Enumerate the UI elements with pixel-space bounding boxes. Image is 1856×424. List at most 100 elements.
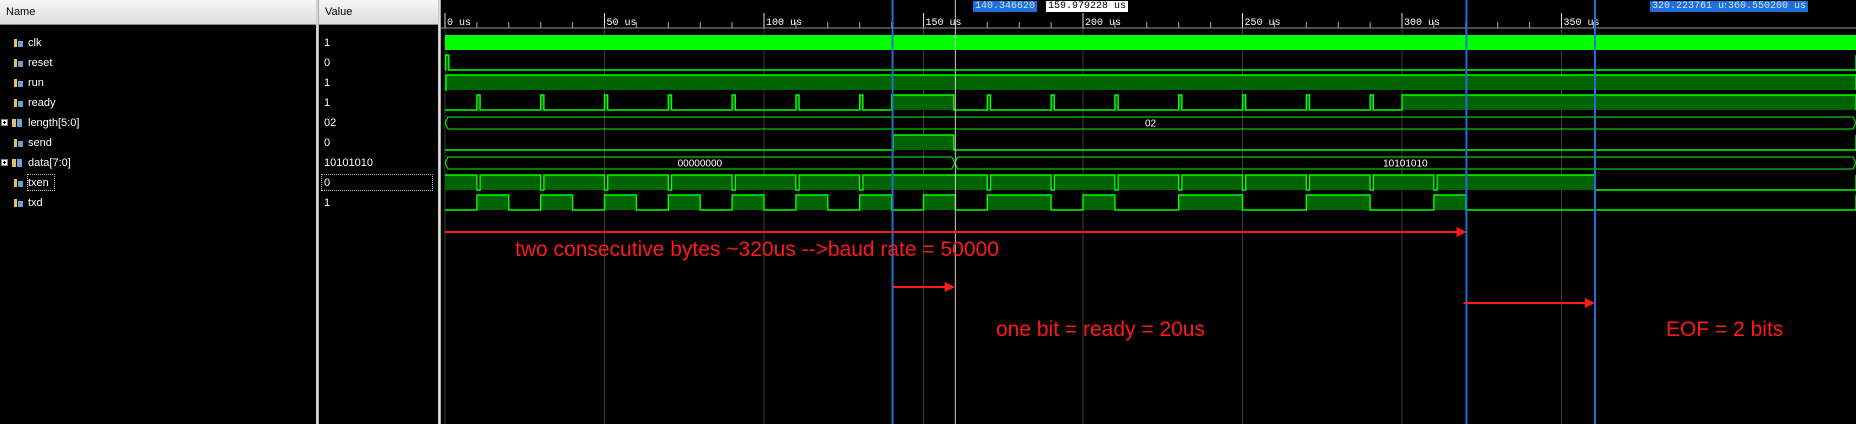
expand-icon[interactable] (1, 119, 8, 126)
signal-name: send (28, 137, 52, 149)
txd-high (859, 195, 892, 210)
signal-name: data[7:0] (28, 157, 71, 169)
signal-icon (14, 39, 23, 47)
run-high (445, 75, 1856, 90)
txen-high (1309, 175, 1371, 190)
signal-row-reset[interactable]: reset (0, 53, 316, 73)
signal-value: 1 (324, 197, 331, 209)
txd-high (1306, 195, 1371, 210)
txen-high (862, 175, 988, 190)
value-row-txen: 0 (319, 173, 438, 193)
expand-icon[interactable] (1, 159, 8, 166)
txen-high (1373, 175, 1434, 190)
tick-label: 150 us (926, 18, 962, 29)
txd-high (1433, 195, 1466, 210)
txd-high (476, 195, 509, 210)
ready-high (891, 95, 954, 110)
txen-high (735, 175, 796, 190)
value-column-header[interactable]: Value (319, 0, 438, 25)
txen-high (799, 175, 860, 190)
length-bus-label: 02 (1145, 119, 1157, 130)
data-bus-label: 10101010 (1383, 159, 1428, 170)
value-selection-box[interactable] (321, 174, 433, 191)
cursor-2-time[interactable]: 320.223761 us (1650, 1, 1733, 12)
signal-value-panel: Value 1 0 1 1 02 0 10101010 0 1 (319, 0, 438, 424)
txen-high (1054, 175, 1115, 190)
send-high (893, 135, 954, 150)
value-row-ready: 1 (319, 93, 438, 113)
signal-row-ready[interactable]: ready (0, 93, 316, 113)
waveform-pane[interactable]: 0 us 50 us 100 us 150 us 200 us 250 us 300 us 3… (441, 0, 1856, 424)
signal-value: 1 (324, 97, 331, 109)
txen-high (607, 175, 669, 190)
signal-icon (14, 179, 23, 187)
signal-value: 0 (324, 57, 331, 69)
bus-signal-icon (12, 159, 22, 167)
arrow-one-bit-head (944, 282, 955, 292)
name-selection-box (27, 174, 55, 191)
signal-row-clk[interactable]: clk (0, 33, 316, 53)
ready-high (1402, 95, 1856, 110)
signal-icon (14, 59, 23, 67)
bus-signal-icon (12, 119, 22, 127)
signal-row-length[interactable]: length[5:0] (0, 113, 316, 133)
signal-icon (14, 139, 23, 147)
tick-label: 300 us (1404, 18, 1440, 29)
waveform-viewer: Name clk reset run ready length[5:0] send data… (0, 0, 1856, 424)
cursor-1-time[interactable]: 140.346620 (973, 1, 1038, 12)
txen-high (480, 175, 541, 190)
cursor-delta-time: 159.979228 us (1046, 1, 1129, 12)
waveform-canvas[interactable]: 0 us 50 us 100 us 150 us 200 us 250 us 300 us 3… (441, 0, 1856, 424)
txd-high (604, 195, 637, 210)
txd-high (668, 195, 701, 210)
signal-value: 1 (324, 77, 331, 89)
signal-row-run[interactable]: run (0, 73, 316, 93)
value-row-send: 0 (319, 133, 438, 153)
signal-row-txen[interactable]: txen (0, 173, 316, 193)
value-row-clk: 1 (319, 33, 438, 53)
clk-trace (445, 35, 1856, 50)
signal-row-txd[interactable]: txd (0, 193, 316, 213)
txen-high (1245, 175, 1307, 190)
signal-icon (14, 79, 23, 87)
signal-name: ready (28, 97, 56, 109)
data-bus-label: 00000000 (678, 159, 723, 170)
txd-high (923, 195, 956, 210)
txd-high (987, 195, 1052, 210)
signal-value: 02 (324, 117, 337, 129)
signal-name: clk (28, 37, 42, 49)
signal-value: 10101010 (324, 157, 373, 169)
cursor-3-time[interactable]: 360.550200 us (1726, 1, 1809, 12)
txd-high (795, 195, 828, 210)
txen-high (1437, 175, 1595, 190)
arrow-eof-head (1584, 298, 1595, 308)
txen-high (671, 175, 733, 190)
tick-label: 100 us (766, 18, 802, 29)
signal-row-send[interactable]: send (0, 133, 316, 153)
reset-trace (444, 54, 1856, 71)
signal-icon (14, 199, 23, 207)
annotation-eof: EOF = 2 bits (1666, 318, 1784, 341)
value-row-length: 02 (319, 113, 438, 133)
annotation-one-bit: one bit = ready = 20us (996, 318, 1205, 341)
tick-label: 250 us (1245, 18, 1281, 29)
txd-high (732, 195, 764, 210)
txd-high (540, 195, 573, 210)
value-row-reset: 0 (319, 53, 438, 73)
signal-name-panel: Name clk reset run ready length[5:0] send data… (0, 0, 316, 424)
name-column-header[interactable]: Name (0, 0, 316, 25)
signal-value: 0 (324, 137, 331, 149)
tick-label: 200 us (1085, 18, 1121, 29)
signal-value: 1 (324, 37, 331, 49)
annotation-baud-rate: two consecutive bytes ~320us -->baud rat… (515, 238, 999, 261)
signal-row-data[interactable]: data[7:0] (0, 153, 316, 173)
txen-high (990, 175, 1052, 190)
arrow-two-bytes-head (1456, 227, 1467, 237)
txen-high (1118, 175, 1179, 190)
txen-high (445, 175, 477, 190)
signal-name: run (28, 77, 44, 89)
txd-high (1178, 195, 1243, 210)
signal-name: length[5:0] (28, 117, 80, 129)
signal-value: 0 (324, 177, 331, 189)
signal-name: txd (28, 197, 43, 209)
